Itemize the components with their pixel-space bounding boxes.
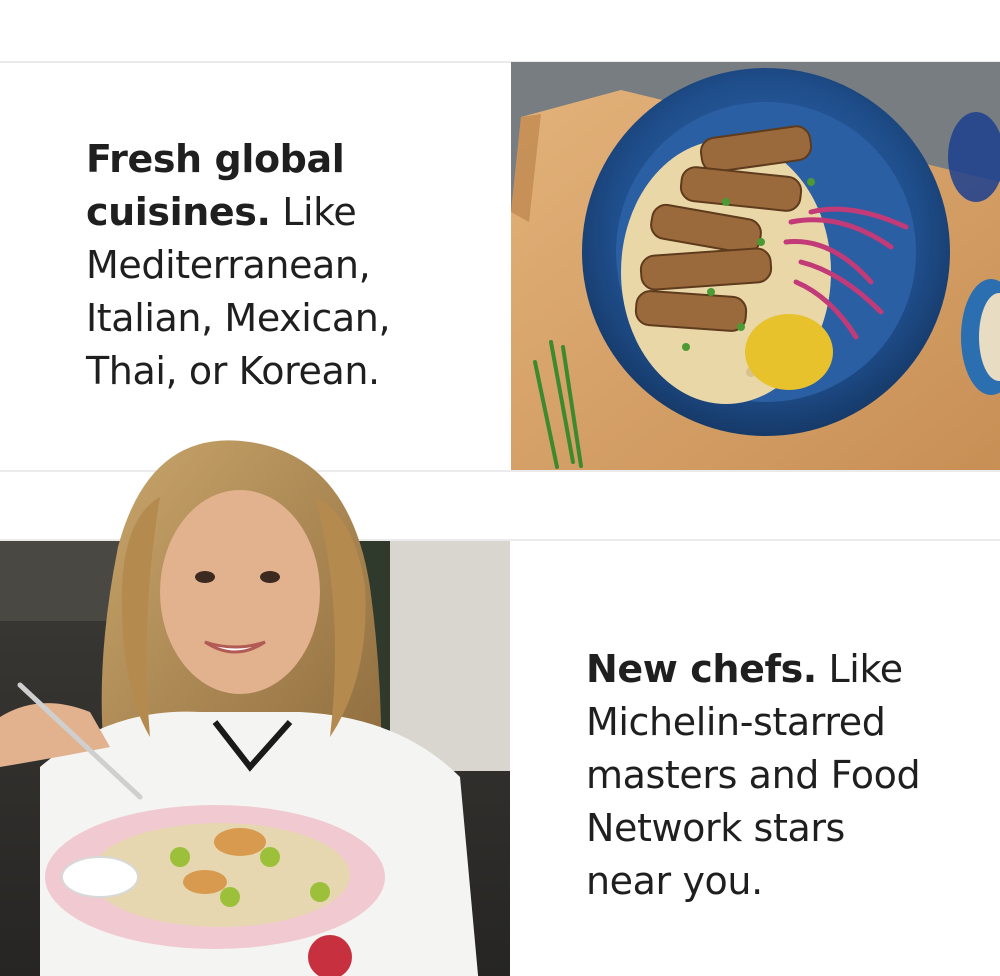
cuisines-text: Thai, or Korean.	[86, 349, 380, 393]
cuisines-copy: Fresh global cuisines. Like Mediterranea…	[86, 133, 391, 398]
chef-illustration	[0, 440, 510, 976]
chefs-headline: New chefs.	[586, 647, 817, 691]
chefs-text: Michelin-starred	[586, 700, 886, 744]
cuisines-headline-cont: cuisines.	[86, 190, 271, 234]
chefs-text: Network stars	[586, 806, 845, 850]
chefs-text: near you.	[586, 859, 763, 903]
food-bowl-illustration	[511, 62, 1000, 470]
cuisines-text: Like	[270, 190, 357, 234]
food-bowl-photo	[511, 62, 1000, 470]
chefs-text: Like	[816, 647, 904, 691]
chefs-text: masters and Food	[586, 753, 921, 797]
chefs-copy: New chefs. Like Michelin-starred masters…	[586, 643, 921, 908]
promo-page: Fresh global cuisines. Like Mediterranea…	[0, 0, 1000, 976]
cuisines-text: Mediterranean,	[86, 243, 371, 287]
chef-portrait-photo	[0, 437, 510, 976]
cuisines-headline: Fresh global	[86, 137, 345, 181]
cuisines-text: Italian, Mexican,	[86, 296, 391, 340]
